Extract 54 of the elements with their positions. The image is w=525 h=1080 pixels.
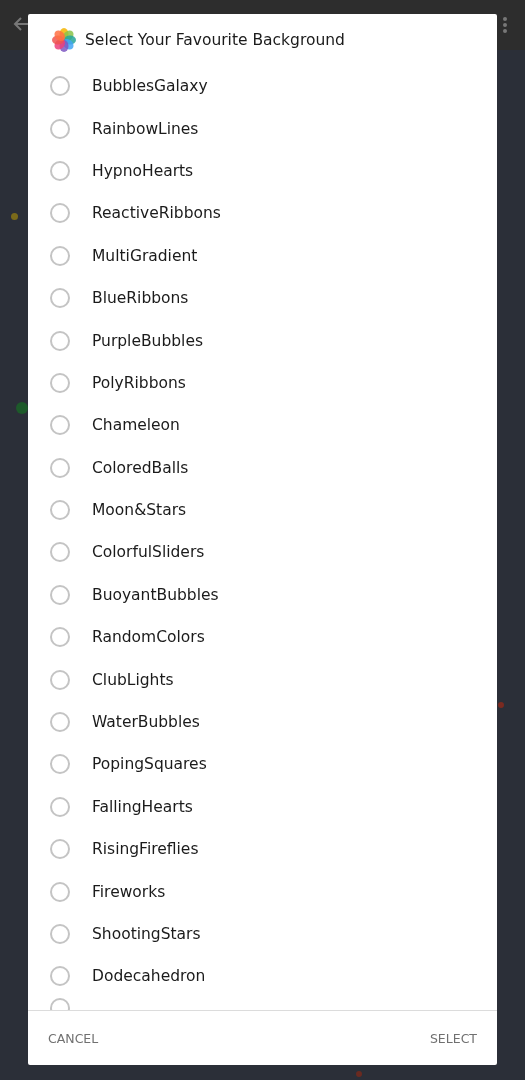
option-label: ColorfulSliders <box>92 543 205 562</box>
radio-button[interactable] <box>50 288 70 309</box>
radio-button[interactable] <box>50 966 70 987</box>
option-label: BubblesGalaxy <box>92 77 208 96</box>
option-label: ReactiveRibbons <box>92 204 221 223</box>
radio-button[interactable] <box>50 457 70 478</box>
flower-logo-icon <box>52 27 76 52</box>
radio-button[interactable] <box>50 796 70 817</box>
radio-button[interactable] <box>50 415 70 436</box>
radio-button[interactable] <box>50 500 70 521</box>
particle <box>16 402 28 414</box>
option-label: BuoyantBubbles <box>92 585 219 604</box>
radio-button[interactable] <box>50 372 70 393</box>
option-label: BlueRibbons <box>92 289 189 308</box>
dialog-button[interactable]: CANCEL <box>48 1026 99 1050</box>
radio-button[interactable] <box>50 924 70 944</box>
radio-button[interactable] <box>50 160 70 181</box>
option-label: Chameleon <box>92 416 180 435</box>
particle <box>356 1071 362 1077</box>
radio-button[interactable] <box>50 584 70 605</box>
particle <box>11 213 18 220</box>
radio-button[interactable] <box>50 627 70 648</box>
option-label: WaterBubbles <box>92 713 200 732</box>
more-options-icon[interactable] <box>502 16 508 34</box>
radio-button[interactable] <box>50 754 70 775</box>
radio-button[interactable] <box>50 712 70 733</box>
particle <box>498 702 504 708</box>
option-label: RandomColors <box>92 628 205 647</box>
option-label: MultiGradient <box>92 246 198 265</box>
option-label: RisingFireflies <box>92 840 199 859</box>
radio-button[interactable] <box>50 542 70 563</box>
dialog-button[interactable]: SELECT <box>429 1026 477 1050</box>
option-label: Dodecahedron <box>92 967 206 986</box>
radio-button[interactable] <box>50 669 70 690</box>
radio-button[interactable] <box>50 118 70 139</box>
option-label: RainbowLines <box>92 119 199 138</box>
option-label: PopingSquares <box>92 755 207 774</box>
option-label: Fireworks <box>92 882 166 901</box>
option-label: ClubLights <box>92 670 174 689</box>
option-label: HypnoHearts <box>92 161 194 180</box>
radio-button[interactable] <box>50 839 70 860</box>
option-label: ShootingStars <box>92 925 201 943</box>
radio-button[interactable] <box>50 330 70 351</box>
option-label: Moon&Stars <box>92 501 187 520</box>
back-arrow-icon[interactable] <box>12 15 30 33</box>
dialog-title: Select Your Favourite Background <box>85 30 345 49</box>
radio-button[interactable] <box>50 245 70 266</box>
radio-button[interactable] <box>50 76 70 97</box>
option-label: PurpleBubbles <box>92 331 203 350</box>
option-label: ColoredBalls <box>92 458 189 477</box>
option-label: FallingHearts <box>92 797 193 816</box>
option-label: PolyRibbons <box>92 373 186 392</box>
radio-button[interactable] <box>50 881 70 902</box>
radio-button[interactable] <box>50 203 70 224</box>
